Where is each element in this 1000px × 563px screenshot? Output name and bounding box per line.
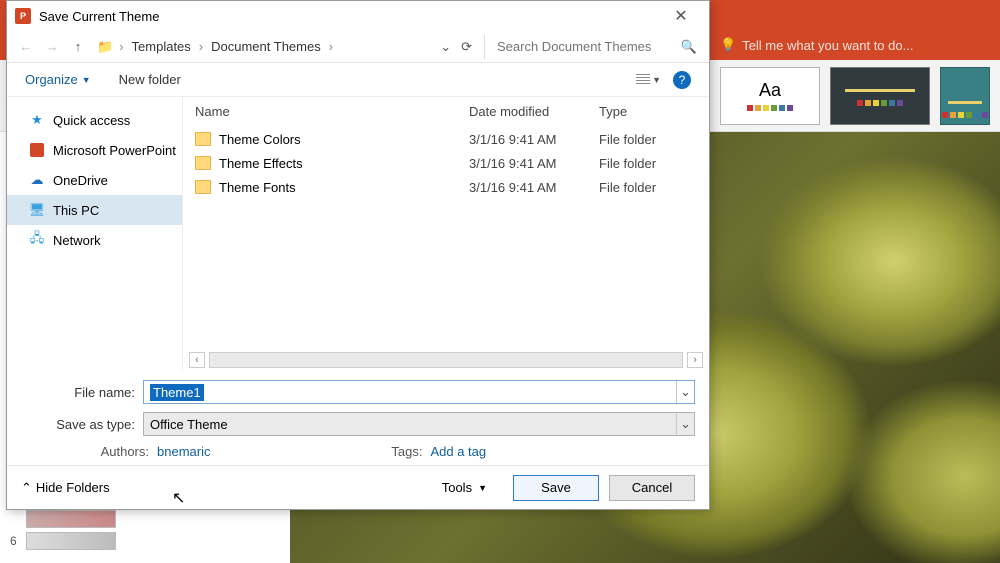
network-icon: 🖧 [29, 232, 45, 248]
tree-onedrive[interactable]: ☁ OneDrive [7, 165, 182, 195]
nav-forward-button[interactable]: → [41, 39, 63, 54]
file-list: Name Date modified Type Theme Colors3/1/… [183, 97, 709, 370]
tree-label: This PC [53, 203, 99, 218]
tree-powerpoint[interactable]: Microsoft PowerPoint [7, 135, 182, 165]
list-item[interactable]: Theme Colors3/1/16 9:41 AMFile folder [183, 127, 709, 151]
savetype-value: Office Theme [144, 417, 676, 432]
filename-input[interactable]: Theme1 ⌄ [143, 380, 695, 404]
tree-label: Quick access [53, 113, 130, 128]
scroll-track[interactable] [209, 352, 683, 368]
save-button[interactable]: Save [513, 475, 599, 501]
variant-dark[interactable] [830, 67, 930, 125]
thumbnail[interactable] [26, 532, 116, 550]
savetype-label: Save as type: [21, 417, 143, 432]
tools-menu[interactable]: Tools▼ [442, 480, 487, 495]
nav-tree: ★ Quick access Microsoft PowerPoint ☁ OneD… [7, 97, 183, 370]
variant-light[interactable]: Aa [720, 67, 820, 125]
close-button[interactable]: ✕ [661, 6, 701, 26]
row-type: File folder [599, 132, 656, 147]
row-date: 3/1/16 9:41 AM [469, 180, 599, 195]
col-type[interactable]: Type [599, 104, 709, 119]
col-date[interactable]: Date modified [469, 104, 599, 119]
row-date: 3/1/16 9:41 AM [469, 156, 599, 171]
refresh-button[interactable]: ⟳ [461, 39, 472, 55]
breadcrumb[interactable]: Templates › Document Themes › [128, 37, 431, 56]
chevron-down-icon[interactable]: ⌄ [676, 413, 694, 435]
row-type: File folder [599, 180, 656, 195]
thumbnail[interactable] [26, 510, 116, 528]
horizontal-scrollbar[interactable]: ‹ › [183, 350, 709, 370]
tree-network[interactable]: 🖧 Network [7, 225, 182, 255]
powerpoint-icon: P [15, 8, 31, 24]
dialog-footer: ⌃Hide Folders Tools▼ Save Cancel [7, 465, 709, 509]
crumb-templates[interactable]: Templates [128, 37, 195, 56]
row-name: Theme Colors [219, 132, 469, 147]
path-dropdown-icon[interactable]: ⌄ [440, 39, 451, 55]
search-icon[interactable]: 🔍 [681, 39, 697, 55]
slide-number-6: 6 [10, 534, 20, 548]
col-name[interactable]: Name [195, 104, 469, 119]
list-item[interactable]: Theme Fonts3/1/16 9:41 AMFile folder [183, 175, 709, 199]
organize-menu[interactable]: Organize▼ [25, 72, 91, 87]
variant-teal[interactable] [940, 67, 990, 125]
row-date: 3/1/16 9:41 AM [469, 132, 599, 147]
filename-label: File name: [21, 385, 143, 400]
list-header: Name Date modified Type [183, 97, 709, 127]
powerpoint-icon [29, 142, 45, 158]
search-input[interactable] [491, 35, 701, 59]
nav-up-button[interactable]: ↑ [67, 39, 89, 54]
nav-back-button[interactable]: ← [15, 39, 37, 54]
hide-folders-button[interactable]: ⌃Hide Folders [21, 480, 110, 496]
folder-icon [195, 132, 211, 146]
crumb-document-themes[interactable]: Document Themes [207, 37, 325, 56]
tags-label: Tags: [386, 444, 422, 459]
tree-label: OneDrive [53, 173, 108, 188]
list-item[interactable]: Theme Effects3/1/16 9:41 AMFile folder [183, 151, 709, 175]
dialog-fields: File name: Theme1 ⌄ Save as type: Office… [7, 370, 709, 465]
slide-thumbnails: 6 [0, 510, 240, 554]
save-theme-dialog: P Save Current Theme ✕ ← → ↑ 📁 › Templat… [6, 0, 710, 510]
variant-label: Aa [759, 80, 781, 101]
folder-icon [195, 180, 211, 194]
dialog-toolbar: Organize▼ New folder ▼ ? [7, 63, 709, 97]
row-name: Theme Fonts [219, 180, 469, 195]
new-folder-button[interactable]: New folder [119, 72, 181, 87]
tree-label: Network [53, 233, 101, 248]
dialog-nav: ← → ↑ 📁 › Templates › Document Themes › … [7, 31, 709, 63]
cancel-button[interactable]: Cancel [609, 475, 695, 501]
lightbulb-icon: 💡 [720, 37, 736, 53]
filename-value: Theme1 [150, 384, 204, 401]
tree-this-pc[interactable]: 🖥 This PC [7, 195, 182, 225]
monitor-icon: 🖥 [29, 202, 45, 218]
folder-icon: 📁 [97, 39, 113, 55]
chevron-up-icon: ⌃ [21, 480, 32, 496]
authors-label: Authors: [93, 444, 149, 459]
tell-me-search[interactable]: Tell me what you want to do... [742, 38, 913, 53]
star-icon: ★ [29, 112, 45, 128]
savetype-select[interactable]: Office Theme ⌄ [143, 412, 695, 436]
tree-label: Microsoft PowerPoint [53, 143, 176, 158]
cloud-icon: ☁ [29, 172, 45, 188]
dialog-title: Save Current Theme [39, 9, 661, 24]
row-type: File folder [599, 156, 656, 171]
scroll-right-icon[interactable]: › [687, 352, 703, 368]
scroll-left-icon[interactable]: ‹ [189, 352, 205, 368]
folder-icon [195, 156, 211, 170]
view-menu[interactable]: ▼ [636, 74, 661, 86]
chevron-down-icon[interactable]: ⌄ [676, 381, 694, 403]
row-name: Theme Effects [219, 156, 469, 171]
tags-value[interactable]: Add a tag [430, 444, 486, 459]
dialog-titlebar: P Save Current Theme ✕ [7, 1, 709, 31]
authors-value[interactable]: bnemaric [157, 444, 210, 459]
tree-quick-access[interactable]: ★ Quick access [7, 105, 182, 135]
help-button[interactable]: ? [673, 71, 691, 89]
